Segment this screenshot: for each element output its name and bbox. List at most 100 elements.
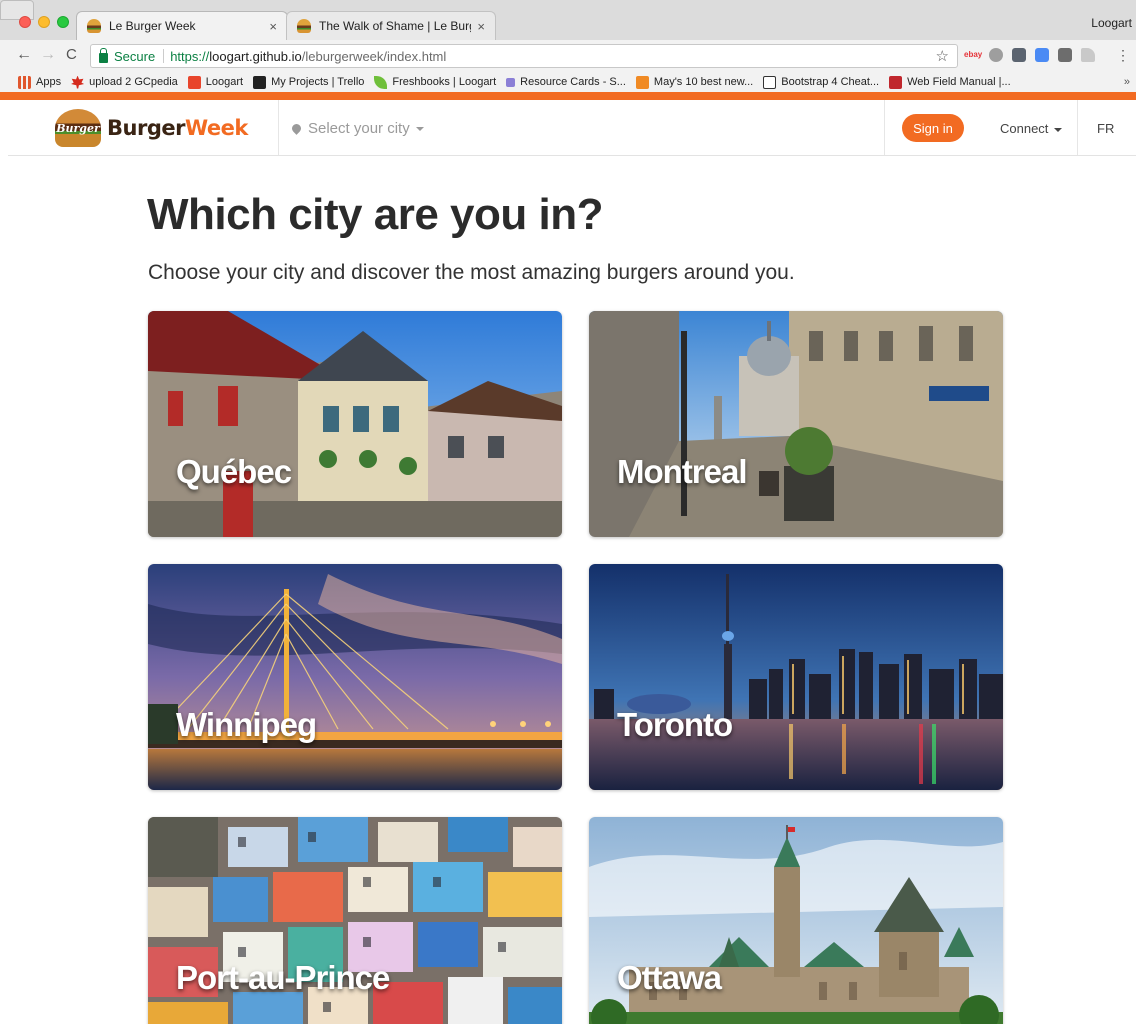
bookmark-label: Resource Cards - S... bbox=[520, 76, 626, 88]
address-bar[interactable]: Secure https:// loogart.github.io /lebur… bbox=[90, 44, 958, 68]
city-name: Toronto bbox=[617, 706, 733, 743]
bookmark-mays-best[interactable]: May's 10 best new... bbox=[635, 75, 754, 89]
manual-icon bbox=[889, 75, 903, 89]
pocket-icon[interactable] bbox=[1012, 48, 1026, 62]
bookmark-label: Web Field Manual |... bbox=[907, 76, 1011, 88]
article-icon bbox=[635, 75, 649, 89]
city-select-dropdown[interactable]: Select your city bbox=[290, 120, 424, 137]
tab-close-icon[interactable]: × bbox=[477, 19, 485, 34]
montreal-photo bbox=[589, 311, 1003, 537]
header-divider bbox=[278, 100, 279, 155]
url-divider bbox=[163, 49, 165, 63]
language-toggle[interactable]: FR bbox=[1097, 121, 1114, 136]
bookmark-label: upload 2 GCpedia bbox=[89, 76, 178, 88]
quebec-photo bbox=[148, 311, 562, 537]
logo-lettering: Burger bbox=[56, 122, 100, 135]
bookmark-freshbooks[interactable]: Freshbooks | Loogart bbox=[374, 75, 497, 89]
ebay-icon[interactable]: ebay bbox=[964, 48, 982, 62]
browser-menu-icon[interactable]: ⋮ bbox=[1116, 47, 1130, 64]
url-path: /leburgerweek/index.html bbox=[301, 48, 447, 64]
city-name: Ottawa bbox=[617, 959, 722, 996]
header-divider bbox=[1077, 100, 1078, 155]
browser-toolbar: ← → C Secure https:// loogart.github.io … bbox=[0, 40, 1136, 72]
close-window-button[interactable] bbox=[19, 16, 31, 28]
bookmark-star-icon[interactable]: ☆ bbox=[936, 47, 949, 65]
city-card-port-au-prince[interactable]: Port-au-Prince bbox=[148, 817, 562, 1024]
city-select-label: Select your city bbox=[308, 120, 410, 137]
translate-icon[interactable] bbox=[1035, 48, 1049, 62]
site-header: Burger BurgerWeek Select your city Sign … bbox=[8, 100, 1136, 156]
reload-icon[interactable]: C bbox=[66, 46, 77, 63]
city-name: Port-au-Prince bbox=[176, 959, 390, 996]
winnipeg-photo bbox=[148, 564, 562, 790]
trello-icon bbox=[253, 75, 267, 89]
map-pin-icon bbox=[290, 122, 303, 135]
chevron-down-icon bbox=[415, 126, 424, 131]
resource-icon bbox=[506, 77, 516, 87]
minimize-window-button[interactable] bbox=[38, 16, 50, 28]
city-name: Québec bbox=[176, 453, 292, 490]
sign-in-button[interactable]: Sign in bbox=[902, 114, 964, 142]
city-card-quebec[interactable]: Québec bbox=[148, 311, 562, 537]
bookmark-resource-cards[interactable]: Resource Cards - S... bbox=[506, 76, 626, 88]
bookmark-label: May's 10 best new... bbox=[653, 76, 754, 88]
extension-icons: ebay bbox=[964, 48, 1095, 62]
city-card-toronto[interactable]: Toronto bbox=[589, 564, 1003, 790]
header-divider bbox=[884, 100, 885, 155]
bookmark-label: Loogart bbox=[205, 76, 244, 88]
accent-bar bbox=[0, 92, 1136, 100]
bookmark-web-field-manual[interactable]: Web Field Manual |... bbox=[889, 75, 1011, 89]
bookmark-loogart[interactable]: Loogart bbox=[187, 75, 244, 89]
burger-logo-icon: Burger bbox=[55, 109, 101, 147]
connect-dropdown[interactable]: Connect bbox=[1000, 121, 1063, 136]
ghost-icon[interactable] bbox=[989, 48, 1003, 62]
bookmark-apps[interactable]: Apps bbox=[18, 75, 62, 89]
city-card-ottawa[interactable]: Ottawa bbox=[589, 817, 1003, 1024]
secure-label: Secure bbox=[114, 48, 156, 64]
url-scheme: https:// bbox=[170, 48, 210, 64]
tab-walk-of-shame[interactable]: The Walk of Shame | Le Burge × bbox=[286, 11, 496, 40]
maximize-window-button[interactable] bbox=[57, 16, 69, 28]
bookmarks-bar: Apps upload 2 GCpedia Loogart My Project… bbox=[0, 72, 1136, 92]
map-icon[interactable] bbox=[1058, 48, 1072, 62]
more-bookmarks-icon[interactable]: » bbox=[1124, 76, 1130, 88]
browser-tab-strip: Le Burger Week × The Walk of Shame | Le … bbox=[0, 0, 1136, 40]
drive-icon[interactable] bbox=[1081, 48, 1095, 62]
page-title: Which city are you in? bbox=[147, 190, 603, 239]
main-content: Which city are you in? Choose your city … bbox=[0, 156, 1136, 1024]
bookmark-upload-gcpedia[interactable]: upload 2 GCpedia bbox=[71, 75, 178, 89]
brand-name-week: Week bbox=[184, 116, 248, 140]
bootstrap-icon bbox=[763, 75, 777, 89]
brand-logo[interactable]: Burger BurgerWeek bbox=[55, 109, 248, 147]
city-name: Montreal bbox=[617, 453, 748, 490]
tab-title: The Walk of Shame | Le Burge bbox=[319, 19, 472, 33]
connect-label: Connect bbox=[1000, 121, 1049, 136]
maple-leaf-icon bbox=[71, 75, 85, 89]
tab-title: Le Burger Week bbox=[109, 19, 196, 33]
bookmark-bootstrap[interactable]: Bootstrap 4 Cheat... bbox=[763, 75, 880, 89]
burger-favicon-icon bbox=[87, 19, 101, 33]
bookmark-label: Apps bbox=[36, 76, 62, 88]
city-card-winnipeg[interactable]: Winnipeg bbox=[148, 564, 562, 790]
apps-grid-icon bbox=[18, 75, 31, 89]
bookmark-label: Freshbooks | Loogart bbox=[392, 76, 497, 88]
city-card-montreal[interactable]: Montreal bbox=[589, 311, 1003, 537]
bookmark-label: Bootstrap 4 Cheat... bbox=[781, 76, 880, 88]
city-name: Winnipeg bbox=[176, 706, 317, 743]
forward-arrow-icon[interactable]: → bbox=[40, 46, 56, 64]
profile-name[interactable]: Loogart bbox=[1091, 16, 1132, 30]
page-subtitle: Choose your city and discover the most a… bbox=[148, 261, 795, 284]
url-host: loogart.github.io bbox=[209, 48, 302, 64]
chevron-down-icon bbox=[1054, 127, 1063, 132]
lock-icon bbox=[99, 47, 108, 63]
back-arrow-icon[interactable]: ← bbox=[16, 46, 32, 64]
freshbooks-icon bbox=[374, 75, 388, 89]
brand-name-burger: Burger bbox=[107, 116, 185, 140]
brand-name: BurgerWeek bbox=[107, 116, 248, 140]
loogart-icon bbox=[187, 75, 201, 89]
tab-close-icon[interactable]: × bbox=[269, 19, 277, 34]
bookmark-trello[interactable]: My Projects | Trello bbox=[253, 75, 365, 89]
bookmark-label: My Projects | Trello bbox=[271, 76, 365, 88]
toronto-photo bbox=[589, 564, 1003, 790]
tab-le-burger-week[interactable]: Le Burger Week × bbox=[76, 11, 288, 40]
